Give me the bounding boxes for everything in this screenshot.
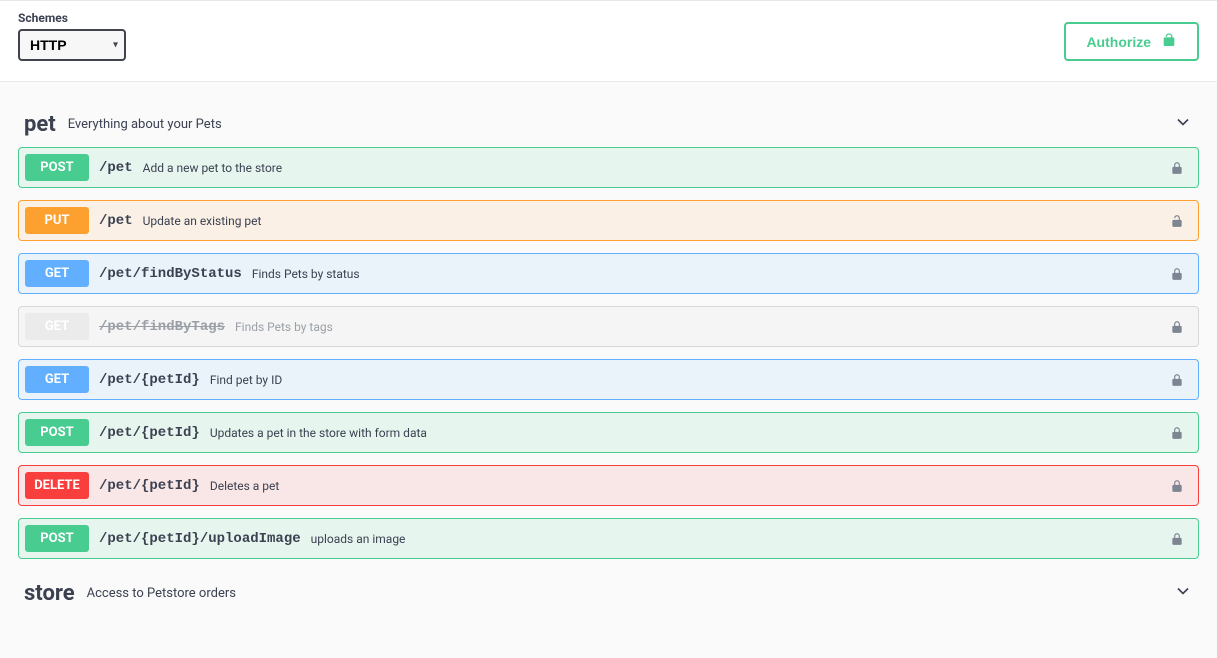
lock-icon[interactable] — [1170, 531, 1184, 547]
method-badge: GET — [25, 366, 89, 393]
tag-name: store — [24, 581, 75, 606]
authorize-button[interactable]: Authorize — [1064, 22, 1199, 61]
lock-icon[interactable] — [1170, 266, 1184, 282]
tag-section-pet: pet Everything about your Pets POST /pet… — [18, 102, 1199, 559]
operation-summary: uploads an image — [311, 532, 1160, 546]
operation-summary: Deletes a pet — [210, 479, 1160, 493]
schemes-select[interactable]: HTTP — [18, 29, 126, 61]
method-badge: POST — [25, 525, 89, 552]
operation-summary: Finds Pets by tags — [235, 320, 1160, 334]
tag-header-pet[interactable]: pet Everything about your Pets — [18, 102, 1199, 147]
operation-path: /pet/findByTags — [99, 319, 225, 335]
operation-summary: Finds Pets by status — [252, 267, 1160, 281]
schemes-select-wrap: HTTP ▾ — [18, 29, 126, 61]
method-badge: GET — [25, 313, 89, 340]
operation-path: /pet/{petId} — [99, 372, 200, 388]
operation-path: /pet/findByStatus — [99, 266, 242, 282]
unlock-icon — [1161, 32, 1177, 51]
lock-icon[interactable] — [1170, 160, 1184, 176]
operation-path: /pet — [99, 160, 133, 176]
operation-path: /pet — [99, 213, 133, 229]
authorize-label: Authorize — [1086, 34, 1151, 50]
lock-icon[interactable] — [1170, 478, 1184, 494]
chevron-down-icon — [1173, 581, 1193, 606]
lock-icon[interactable] — [1170, 319, 1184, 335]
operation-path: /pet/{petId}/uploadImage — [99, 531, 301, 547]
method-badge: POST — [25, 154, 89, 181]
operation-row[interactable]: GET /pet/{petId} Find pet by ID — [18, 359, 1199, 400]
tag-name: pet — [24, 112, 56, 137]
operation-path: /pet/{petId} — [99, 425, 200, 441]
chevron-down-icon — [1173, 112, 1193, 137]
schemes-container: Schemes HTTP ▾ — [18, 11, 126, 61]
tag-section-store: store Access to Petstore orders — [18, 571, 1199, 616]
operation-summary: Updates a pet in the store with form dat… — [210, 426, 1160, 440]
lock-icon[interactable] — [1170, 372, 1184, 388]
lock-icon[interactable] — [1170, 425, 1184, 441]
operation-row[interactable]: POST /pet Add a new pet to the store — [18, 147, 1199, 188]
method-badge: POST — [25, 419, 89, 446]
method-badge: DELETE — [25, 472, 89, 499]
method-badge: GET — [25, 260, 89, 287]
operation-summary: Update an existing pet — [143, 214, 1160, 228]
operation-row[interactable]: POST /pet/{petId} Updates a pet in the s… — [18, 412, 1199, 453]
method-badge: PUT — [25, 207, 89, 234]
operation-row[interactable]: PUT /pet Update an existing pet — [18, 200, 1199, 241]
operation-row[interactable]: POST /pet/{petId}/uploadImage uploads an… — [18, 518, 1199, 559]
schemes-label: Schemes — [18, 11, 126, 25]
operation-row[interactable]: DELETE /pet/{petId} Deletes a pet — [18, 465, 1199, 506]
content: pet Everything about your Pets POST /pet… — [0, 82, 1217, 658]
operation-summary: Find pet by ID — [210, 373, 1160, 387]
top-bar: Schemes HTTP ▾ Authorize — [0, 0, 1217, 82]
operation-summary: Add a new pet to the store — [143, 161, 1160, 175]
operation-list-pet: POST /pet Add a new pet to the store PUT… — [18, 147, 1199, 559]
unlock-icon[interactable] — [1170, 213, 1184, 229]
operation-row[interactable]: GET /pet/findByStatus Finds Pets by stat… — [18, 253, 1199, 294]
operation-path: /pet/{petId} — [99, 478, 200, 494]
tag-description: Everything about your Pets — [68, 117, 1173, 132]
operation-row-deprecated[interactable]: GET /pet/findByTags Finds Pets by tags — [18, 306, 1199, 347]
tag-header-store[interactable]: store Access to Petstore orders — [18, 571, 1199, 616]
